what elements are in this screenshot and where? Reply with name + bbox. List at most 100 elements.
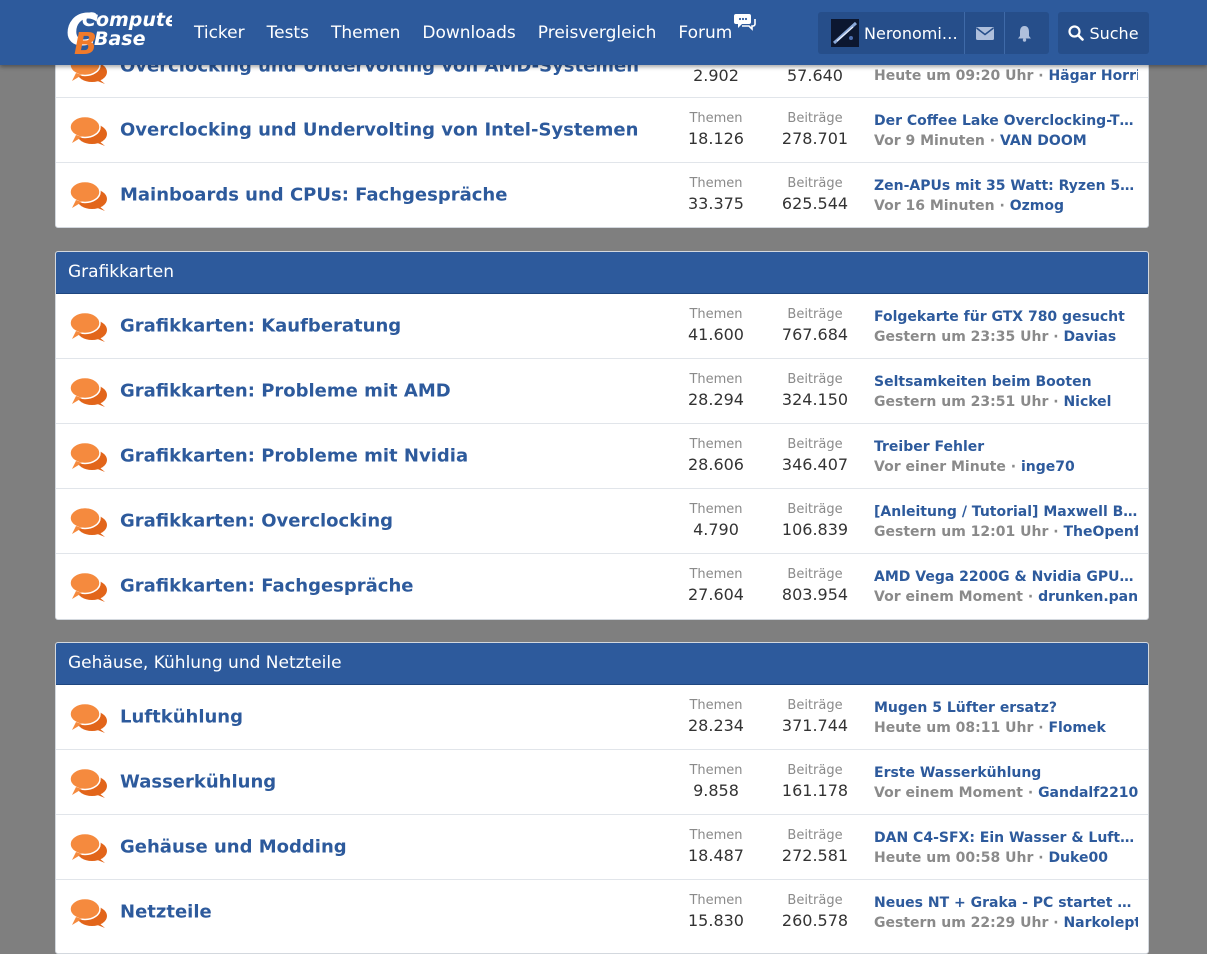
forum-node[interactable]: Wasserkühlung Themen 9.858 Beiträge 161.17… [56, 749, 1148, 814]
forum-node[interactable]: Grafikkarten: Fachgespräche Themen 27.604… [56, 553, 1148, 618]
forum-node-title[interactable]: Grafikkarten: Probleme mit Nvidia [120, 446, 468, 467]
last-post-title[interactable]: Neues NT + Graka - PC startet nicht [874, 893, 1138, 913]
last-post-user[interactable]: Duke00 [1048, 850, 1108, 866]
forum-node[interactable]: Grafikkarten: Probleme mit Nvidia Themen… [56, 423, 1148, 488]
last-post-time[interactable]: Gestern um 23:51 Uhr [874, 394, 1048, 410]
forum-node[interactable]: Gehäuse und Modding Themen 18.487 Beiträg… [56, 814, 1148, 879]
last-post-title[interactable]: DAN C4-SFX: Ein Wasser & Luft gek… [874, 828, 1138, 848]
last-post-meta: Gestern um 12:01 Uhr · TheOpenfield [874, 522, 1138, 542]
last-post-time[interactable]: Vor einer Minute [874, 459, 1006, 475]
threads-label: Themen [689, 437, 743, 452]
last-post-time[interactable]: Vor einem Moment [874, 785, 1023, 801]
last-post-time[interactable]: Gestern um 12:01 Uhr [874, 524, 1048, 540]
threads-stat: Themen 4.790 [666, 501, 766, 541]
last-post-time[interactable]: Vor 9 Minuten [874, 133, 985, 149]
forum-node[interactable]: Netzteile Themen 15.830 Beiträge 260.578 N… [56, 879, 1148, 944]
notifications-button[interactable] [1005, 12, 1044, 54]
forum-node-title[interactable]: Netzteile [120, 902, 212, 923]
last-post-time[interactable]: Gestern um 23:35 Uhr [874, 329, 1048, 345]
avatar[interactable] [831, 19, 859, 47]
forum-node[interactable]: Luftkühlung Themen 28.234 Beiträge 371.744… [56, 685, 1148, 749]
last-post-time[interactable]: Gestern um 22:29 Uhr [874, 915, 1048, 931]
last-post-user[interactable]: TheOpenfield [1063, 524, 1138, 540]
search-label: Suche [1089, 23, 1139, 43]
last-post-user[interactable]: Flomek [1048, 720, 1105, 736]
username[interactable]: Neronomic... [864, 24, 964, 43]
posts-count: 272.581 [781, 846, 849, 865]
last-post-title[interactable]: [Anleitung / Tutorial] Maxwell Bios … [874, 502, 1138, 522]
posts-stat: Beiträge 324.150 [765, 371, 865, 411]
last-post: Erste Wasserkühlung Vor einem Moment · Ga… [874, 763, 1138, 803]
top-navigation: C B Computer Base Ticker Tests Themen Do… [0, 0, 1207, 65]
posts-count: 106.839 [781, 520, 849, 539]
nav-forum[interactable]: Forum [678, 13, 757, 43]
forum-node-title[interactable]: Luftkühlung [120, 707, 243, 728]
forum-node[interactable]: Grafikkarten: Overclocking Themen 4.790 B… [56, 488, 1148, 553]
last-post-title[interactable]: Der Coffee Lake Overclocking-Thread [874, 111, 1138, 131]
last-post-title[interactable]: AMD Vega 2200G & Nvidia GPU - R… [874, 567, 1138, 587]
last-post-user[interactable]: Nickel [1063, 394, 1111, 410]
last-post-meta: Vor einer Minute · inge70 [874, 459, 1075, 475]
last-post-title[interactable]: Folgekarte für GTX 780 gesucht [874, 307, 1138, 327]
last-post: DAN C4-SFX: Ein Wasser & Luft gek… Heute … [874, 828, 1138, 868]
forum-node[interactable]: Grafikkarten: Probleme mit AMD Themen 28.… [56, 358, 1148, 423]
last-post: Zen-APUs mit 35 Watt: Ryzen 5 240… Vor 1… [874, 176, 1138, 216]
search-button[interactable]: Suche [1058, 12, 1149, 54]
forum-node[interactable]: Overclocking und Undervolting von Intel-… [56, 97, 1148, 162]
last-post-time[interactable]: Vor 16 Minuten [874, 198, 995, 214]
forum-node-title[interactable]: Mainboards und CPUs: Fachgespräche [120, 185, 507, 206]
nav-preisvergleich[interactable]: Preisvergleich [538, 23, 657, 43]
block-title[interactable]: Grafikkarten [56, 252, 1148, 294]
last-post-meta: Heute um 08:11 Uhr · Flomek [874, 720, 1106, 736]
posts-stat: Beiträge 371.744 [765, 697, 865, 737]
last-post-user[interactable]: Davias [1063, 329, 1116, 345]
forum-node-title[interactable]: Grafikkarten: Fachgespräche [120, 576, 413, 597]
forum-block-grafikkarten: Grafikkarten Grafikkarten: Kaufberatung … [55, 251, 1149, 620]
forum-node-title[interactable]: Wasserkühlung [120, 772, 276, 793]
posts-count: 278.701 [781, 129, 849, 148]
forum-node-title[interactable]: Grafikkarten: Overclocking [120, 511, 393, 532]
posts-count: 260.578 [781, 911, 849, 930]
site-logo[interactable]: C B Computer Base [54, 4, 172, 58]
forum-node-title[interactable]: Grafikkarten: Kaufberatung [120, 316, 401, 337]
threads-stat: Themen 15.830 [666, 892, 766, 932]
last-post-title[interactable]: Zen-APUs mit 35 Watt: Ryzen 5 240… [874, 176, 1138, 196]
last-post-user[interactable]: VAN DOOM [1000, 133, 1087, 149]
forum-node[interactable]: Grafikkarten: Kaufberatung Themen 41.600 … [56, 294, 1148, 358]
forum-node-title[interactable]: Overclocking und Undervolting von Intel-… [120, 120, 638, 141]
last-post-time[interactable]: Heute um 08:11 Uhr [874, 720, 1033, 736]
last-post-user[interactable]: Ozmog [1010, 198, 1064, 214]
last-post-time[interactable]: Heute um 09:20 Uhr [874, 68, 1033, 84]
last-post-meta: Vor 16 Minuten · Ozmog [874, 198, 1064, 214]
threads-stat: Themen 33.375 [666, 175, 766, 215]
nav-tests[interactable]: Tests [267, 23, 309, 43]
forum-node-title[interactable]: Gehäuse und Modding [120, 837, 347, 858]
nav-downloads[interactable]: Downloads [422, 23, 515, 43]
posts-count: 57.640 [787, 66, 843, 85]
inbox-button[interactable] [965, 12, 1004, 54]
envelope-icon [975, 26, 994, 40]
last-post-user[interactable]: inge70 [1021, 459, 1075, 475]
last-post-user[interactable]: Gandalf2210 [1038, 785, 1138, 801]
last-post-title[interactable]: Mugen 5 Lüfter ersatz? [874, 698, 1138, 718]
forum-node-title[interactable]: Grafikkarten: Probleme mit AMD [120, 381, 451, 402]
nav-themen[interactable]: Themen [331, 23, 400, 43]
last-post-time[interactable]: Heute um 00:58 Uhr [874, 850, 1033, 866]
last-post-time[interactable]: Vor einem Moment [874, 589, 1023, 605]
last-post-title[interactable]: Erste Wasserkühlung [874, 763, 1138, 783]
posts-stat: Beiträge 346.407 [765, 436, 865, 476]
posts-count: 371.744 [781, 716, 849, 735]
last-post-user[interactable]: Hägar Horrible [1048, 68, 1138, 84]
block-title[interactable]: Gehäuse, Kühlung und Netzteile [56, 643, 1148, 685]
last-post: AMD Vega 2200G & Nvidia GPU - R… Vor eine… [874, 567, 1138, 607]
last-post-title[interactable]: Treiber Fehler [874, 437, 1138, 457]
last-post: Neues NT + Graka - PC startet nicht Geste… [874, 893, 1138, 933]
last-post-user[interactable]: drunken.panda [1038, 589, 1138, 605]
threads-stat: Themen 27.604 [666, 566, 766, 606]
posts-stat: Beiträge 278.701 [765, 110, 865, 150]
last-post-title[interactable]: Seltsamkeiten beim Booten [874, 372, 1138, 392]
last-post-user[interactable]: Narkoleptiker [1063, 915, 1138, 931]
nav-ticker[interactable]: Ticker [194, 23, 245, 43]
forum-node[interactable]: Mainboards und CPUs: Fachgespräche Theme… [56, 162, 1148, 227]
nav-forum-label: Forum [678, 22, 733, 43]
